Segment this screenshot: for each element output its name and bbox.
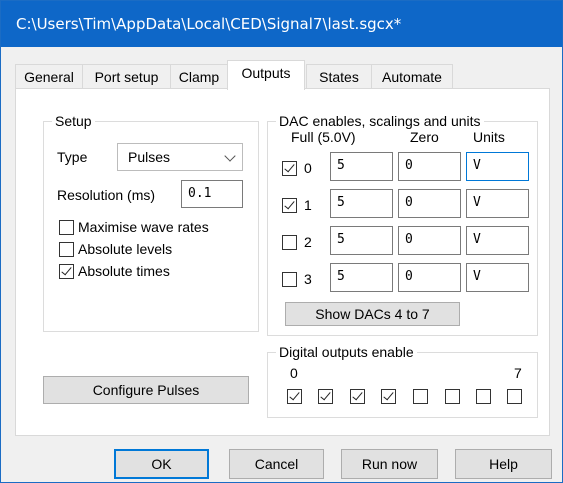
type-label: Type bbox=[57, 149, 88, 165]
digital-outputs-group: Digital outputs enable 0 7 bbox=[267, 344, 538, 418]
absolute-levels-checkbox[interactable] bbox=[59, 242, 74, 257]
dac-3-units-field[interactable]: V bbox=[466, 263, 529, 292]
dac-0-units-field[interactable]: V bbox=[466, 152, 529, 181]
setup-group-title: Setup bbox=[52, 113, 95, 129]
tab-port-setup[interactable]: Port setup bbox=[82, 64, 171, 89]
dac-0-enable-checkbox[interactable] bbox=[282, 161, 297, 176]
maximise-wave-rates-checkbox[interactable] bbox=[59, 220, 74, 235]
run-now-button[interactable]: Run now bbox=[341, 449, 438, 479]
setup-group: Setup Type Pulses Resolution (ms) 0.1 Ma… bbox=[43, 113, 259, 332]
dac-2-units-field[interactable]: V bbox=[466, 226, 529, 255]
dac-2-zero-field[interactable]: 0 bbox=[398, 226, 461, 255]
dac-1-full-field[interactable]: 5 bbox=[330, 189, 393, 218]
dac-2-label: 2 bbox=[304, 234, 312, 250]
digital-bit-6-checkbox[interactable] bbox=[476, 389, 491, 404]
dac-3-label: 3 bbox=[304, 271, 312, 287]
dac-1-enable-checkbox[interactable] bbox=[282, 198, 297, 213]
dac-group-title: DAC enables, scalings and units bbox=[276, 113, 484, 129]
tab-automate[interactable]: Automate bbox=[371, 64, 453, 89]
outputs-dialog: C:\Users\Tim\AppData\Local\CED\Signal7\l… bbox=[0, 0, 563, 483]
dac-3-enable-checkbox[interactable] bbox=[282, 272, 297, 287]
dac-1-units-field[interactable]: V bbox=[466, 189, 529, 218]
units-column-header: Units bbox=[473, 129, 505, 145]
chevron-down-icon bbox=[224, 150, 236, 162]
resolution-label: Resolution (ms) bbox=[57, 187, 156, 203]
absolute-levels-label: Absolute levels bbox=[78, 241, 173, 257]
show-dacs-4-to-7-button[interactable]: Show DACs 4 to 7 bbox=[285, 302, 460, 326]
digital-bit-5-checkbox[interactable] bbox=[445, 389, 460, 404]
dac-3-full-field[interactable]: 5 bbox=[330, 263, 393, 292]
ok-button[interactable]: OK bbox=[114, 449, 209, 479]
tab-states[interactable]: States bbox=[306, 64, 372, 89]
digital-bit-7-checkbox[interactable] bbox=[507, 389, 522, 404]
dac-group: DAC enables, scalings and units Full (5.… bbox=[267, 113, 538, 336]
dac-2-full-field[interactable]: 5 bbox=[330, 226, 393, 255]
digital-bit-4-checkbox[interactable] bbox=[413, 389, 428, 404]
configure-pulses-button[interactable]: Configure Pulses bbox=[43, 376, 249, 404]
type-select-value: Pulses bbox=[128, 149, 171, 165]
full-column-header: Full (5.0V) bbox=[291, 129, 356, 145]
zero-column-header: Zero bbox=[410, 129, 439, 145]
help-button[interactable]: Help bbox=[455, 449, 552, 479]
digital-outputs-group-title: Digital outputs enable bbox=[276, 344, 417, 360]
digital-bit-1-checkbox[interactable] bbox=[318, 389, 333, 404]
digital-bit-3-checkbox[interactable] bbox=[381, 389, 396, 404]
tab-outputs[interactable]: Outputs bbox=[227, 60, 305, 90]
dac-1-label: 1 bbox=[304, 197, 312, 213]
window-title: C:\Users\Tim\AppData\Local\CED\Signal7\l… bbox=[1, 1, 562, 47]
digital-bit-first-label: 0 bbox=[290, 365, 298, 381]
dac-0-full-field[interactable]: 5 bbox=[330, 152, 393, 181]
tab-clamp[interactable]: Clamp bbox=[170, 64, 228, 89]
dac-3-zero-field[interactable]: 0 bbox=[398, 263, 461, 292]
tab-general[interactable]: General bbox=[15, 64, 83, 89]
resolution-field[interactable]: 0.1 bbox=[181, 180, 243, 208]
dac-2-enable-checkbox[interactable] bbox=[282, 235, 297, 250]
type-select[interactable]: Pulses bbox=[117, 143, 243, 171]
absolute-times-label: Absolute times bbox=[78, 263, 170, 279]
outputs-tab-panel: Setup Type Pulses Resolution (ms) 0.1 Ma… bbox=[15, 88, 550, 436]
absolute-times-checkbox[interactable] bbox=[59, 264, 74, 279]
digital-bit-0-checkbox[interactable] bbox=[287, 389, 302, 404]
digital-bit-last-label: 7 bbox=[514, 365, 522, 381]
dac-0-label: 0 bbox=[304, 160, 312, 176]
dac-0-zero-field[interactable]: 0 bbox=[398, 152, 461, 181]
maximise-wave-rates-label: Maximise wave rates bbox=[78, 219, 209, 235]
cancel-button[interactable]: Cancel bbox=[229, 449, 324, 479]
digital-bit-2-checkbox[interactable] bbox=[350, 389, 365, 404]
dac-1-zero-field[interactable]: 0 bbox=[398, 189, 461, 218]
